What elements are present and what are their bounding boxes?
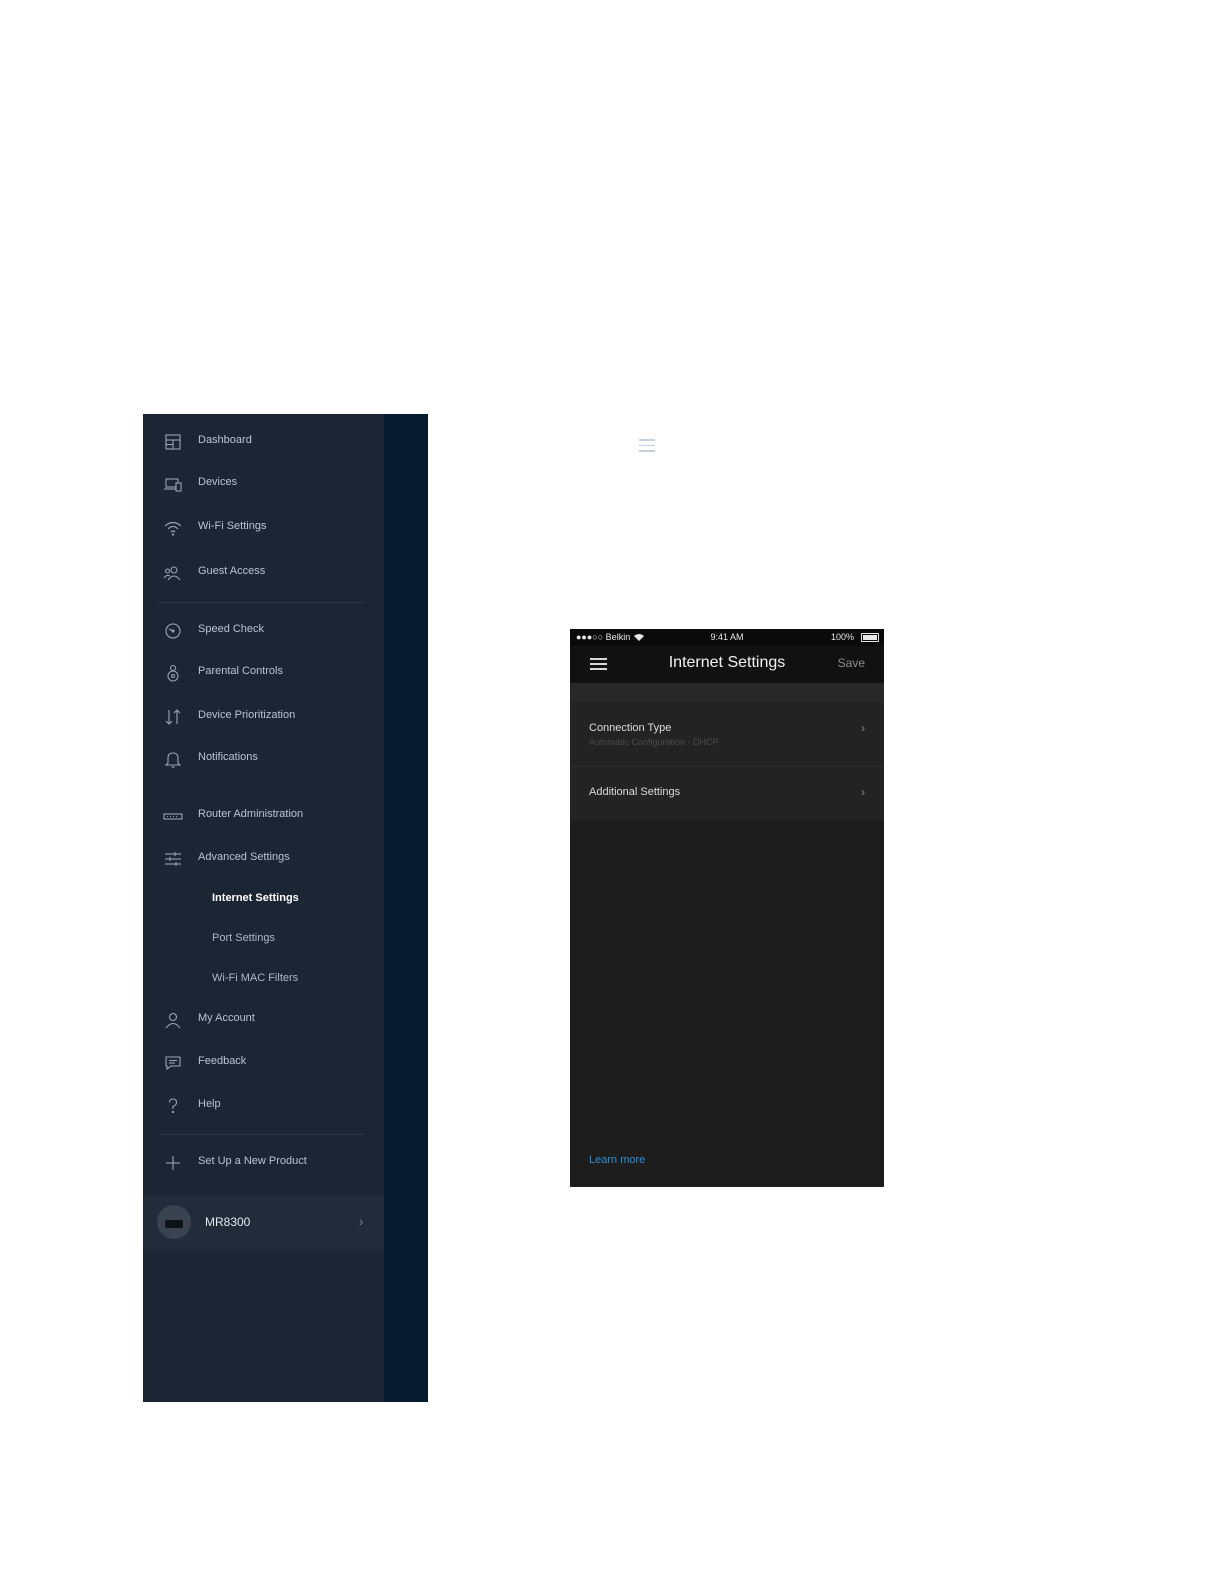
- nav-item-label: Wi-Fi Settings: [198, 520, 267, 532]
- nav-item-notifications[interactable]: Notifications: [143, 742, 384, 776]
- feedback-icon: [163, 1053, 183, 1073]
- nav-item-label: Dashboard: [198, 434, 252, 446]
- battery-percent: 100%: [830, 632, 854, 642]
- nav-item-dashboard[interactable]: Dashboard: [143, 425, 384, 459]
- wifi-icon: [163, 518, 183, 538]
- nav-divider: [159, 1134, 365, 1135]
- devices-icon: [163, 474, 183, 494]
- nav-item-label: Set Up a New Product: [198, 1155, 307, 1167]
- speed-check-icon: [163, 621, 183, 641]
- nav-item-advanced-settings[interactable]: Advanced Settings: [143, 842, 384, 876]
- help-icon: [163, 1096, 183, 1116]
- nav-item-label: Help: [198, 1098, 221, 1110]
- section-spacer: [570, 683, 884, 702]
- sliders-icon: [163, 849, 183, 869]
- nav-item-setup-new-product[interactable]: Set Up a New Product: [143, 1146, 384, 1180]
- nav-item-label: Devices: [198, 476, 238, 488]
- nav-subitem-port-settings[interactable]: Port Settings: [143, 924, 384, 954]
- nav-item-router-administration[interactable]: Router Administration: [143, 799, 384, 833]
- nav-item-device-prioritization[interactable]: Device Prioritization: [143, 700, 384, 734]
- save-button[interactable]: Save: [838, 656, 865, 670]
- nav-item-label: Parental Controls: [198, 665, 283, 677]
- product-selector[interactable]: MR8300 ›: [143, 1195, 384, 1249]
- nav-item-label: Advanced Settings: [198, 851, 290, 863]
- nav-item-label: My Account: [198, 1012, 255, 1024]
- nav-item-label: Guest Access: [198, 565, 266, 577]
- nav-item-wifi-settings[interactable]: Wi-Fi Settings: [143, 511, 384, 545]
- router-avatar: [157, 1205, 191, 1239]
- battery-icon: [861, 633, 879, 642]
- nav-subitem-label: Wi-Fi MAC Filters: [212, 972, 299, 984]
- device-prioritization-icon: [163, 707, 183, 727]
- nav-item-label: Feedback: [198, 1055, 247, 1067]
- nav-subitem-label: Port Settings: [212, 932, 275, 944]
- user-icon: [163, 1010, 183, 1030]
- nav-item-guest-access[interactable]: Guest Access: [143, 556, 384, 590]
- nav-item-label: Speed Check: [198, 623, 265, 635]
- connection-type-row[interactable]: Connection Type Automatic Configuration …: [570, 702, 884, 766]
- row-subtitle: Automatic Configuration - DHCP: [589, 737, 719, 747]
- hamburger-menu-icon[interactable]: [639, 439, 655, 452]
- dashboard-icon: [163, 432, 183, 452]
- nav-divider: [159, 602, 365, 603]
- status-bar: ●●●○○ Belkin 9:41 AM 100%: [570, 629, 884, 646]
- nav-subitem-label: Internet Settings: [212, 892, 299, 904]
- nav-item-my-account[interactable]: My Account: [143, 1003, 384, 1037]
- bell-icon: [163, 749, 183, 769]
- router-icon: [163, 806, 183, 826]
- nav-item-speed-check[interactable]: Speed Check: [143, 614, 384, 648]
- nav-item-label: Device Prioritization: [198, 709, 296, 721]
- drawer-edge-strip: [384, 414, 655, 1402]
- nav-item-devices[interactable]: Devices: [143, 467, 384, 501]
- row-title: Connection Type: [589, 722, 672, 734]
- phone-screen: ●●●○○ Belkin 9:41 AM 100% Internet Setti…: [570, 629, 884, 1187]
- app-header: Internet Settings Save: [570, 646, 884, 683]
- nav-item-label: Notifications: [198, 751, 258, 763]
- nav-item-parental-controls[interactable]: Parental Controls: [143, 656, 384, 690]
- chevron-right-icon: ›: [861, 721, 865, 735]
- nav-item-help[interactable]: Help: [143, 1089, 384, 1123]
- nav-item-label: Router Administration: [198, 808, 304, 820]
- parental-controls-icon: [163, 663, 183, 683]
- learn-more-link[interactable]: Learn more: [589, 1154, 645, 1166]
- nav-subitem-internet-settings[interactable]: Internet Settings: [143, 884, 384, 914]
- chevron-right-icon: ›: [359, 1214, 364, 1229]
- guest-access-icon: [163, 563, 183, 583]
- nav-item-feedback[interactable]: Feedback: [143, 1046, 384, 1080]
- row-title: Additional Settings: [589, 786, 681, 798]
- nav-subitem-wifi-mac-filters[interactable]: Wi-Fi MAC Filters: [143, 964, 384, 994]
- plus-icon: [163, 1153, 183, 1173]
- chevron-right-icon: ›: [861, 785, 865, 799]
- additional-settings-row[interactable]: Additional Settings ›: [570, 767, 884, 821]
- product-name: MR8300: [205, 1215, 251, 1229]
- navigation-drawer: Dashboard Devices Wi-Fi Settings Guest A…: [143, 414, 655, 1402]
